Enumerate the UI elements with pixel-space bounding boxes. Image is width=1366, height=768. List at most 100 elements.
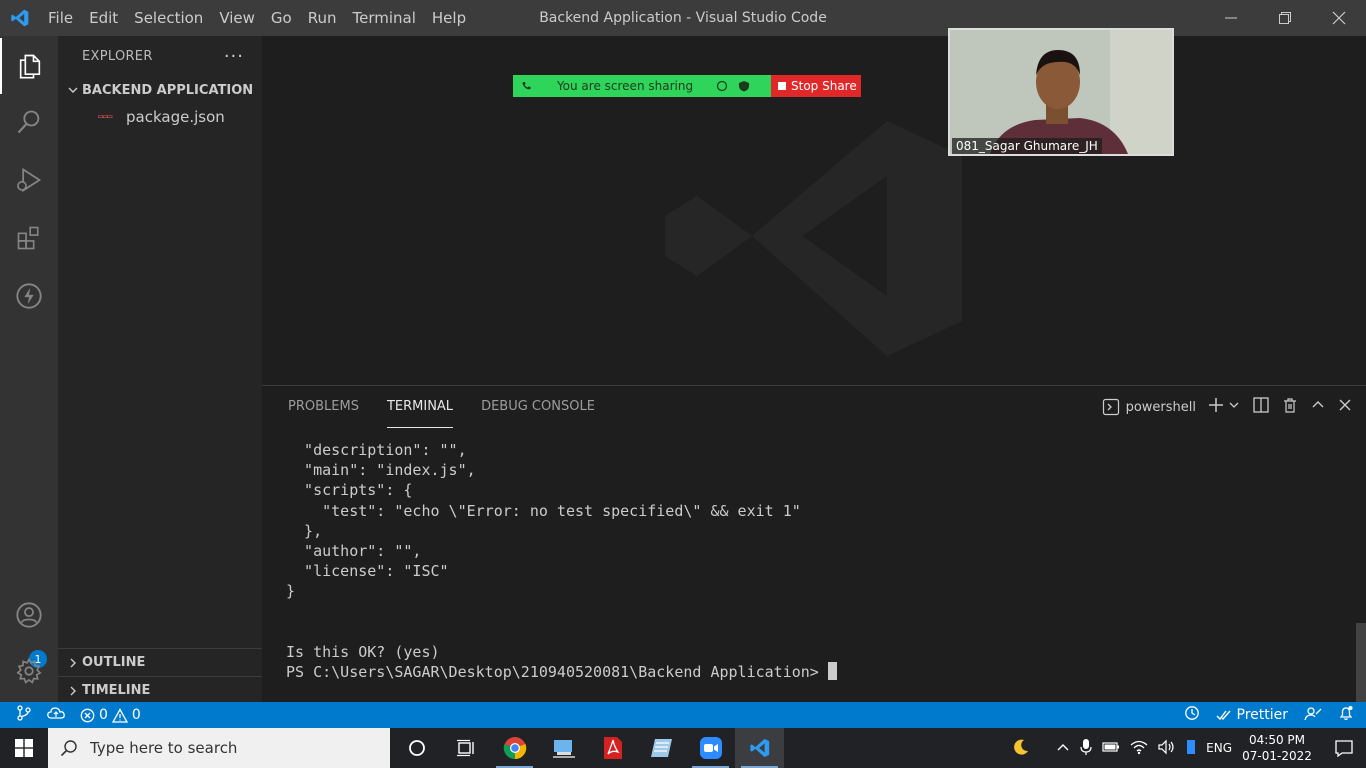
error-icon [80, 708, 95, 722]
zoom-share-bar: You are screen sharing Stop Share [513, 75, 861, 97]
panel-toolbar: powershell [1102, 386, 1352, 428]
terminal-icon [1102, 398, 1119, 416]
windows-taskbar: Type here to search ENG 04:50 PM 07-01-2… [0, 728, 1366, 768]
menu-go[interactable]: Go [263, 0, 300, 36]
minimize-button[interactable] [1204, 0, 1258, 36]
vscode-taskbar-icon[interactable] [735, 728, 784, 768]
screen-sharing-indicator[interactable]: You are screen sharing [513, 75, 771, 97]
start-button[interactable] [0, 728, 48, 768]
folder-backend-application[interactable]: BACKEND APPLICATION [58, 76, 262, 104]
terminal-line: }, [286, 521, 323, 540]
restore-button[interactable] [1258, 0, 1312, 36]
source-control-icon[interactable] [16, 705, 32, 725]
accounts-icon[interactable] [0, 587, 58, 643]
terminal-panel: PROBLEMS TERMINAL DEBUG CONSOLE powershe… [262, 385, 1366, 703]
battery-icon[interactable] [1102, 740, 1120, 757]
tab-terminal[interactable]: TERMINAL [386, 386, 454, 428]
prettier-status[interactable]: Prettier [1216, 707, 1289, 723]
menu-help[interactable]: Help [424, 0, 474, 36]
phone-icon [513, 81, 539, 91]
more-actions-icon[interactable]: ··· [224, 46, 244, 67]
prettier-label: Prettier [1236, 707, 1289, 723]
device-icon[interactable] [1186, 739, 1196, 758]
terminal-prompt: PS C:\Users\SAGAR\Desktop\210940520081\B… [286, 663, 828, 682]
menu-file[interactable]: File [40, 0, 81, 36]
volume-icon[interactable] [1158, 739, 1176, 758]
double-check-icon [1216, 710, 1231, 721]
chrome-icon[interactable] [490, 728, 539, 768]
stop-share-button[interactable]: Stop Share [771, 75, 861, 97]
explorer-title: EXPLORER [82, 48, 153, 64]
notes-app-icon[interactable] [637, 728, 686, 768]
warning-icon [111, 707, 128, 723]
wifi-icon[interactable] [1130, 739, 1148, 758]
explorer-header: EXPLORER ··· [58, 36, 262, 76]
trash-icon[interactable] [1282, 397, 1298, 417]
participant-video-image [950, 30, 1172, 154]
shield-icon[interactable] [733, 80, 755, 92]
timeline-section[interactable]: TIMELINE [58, 676, 262, 704]
outline-section[interactable]: OUTLINE [58, 648, 262, 676]
search-icon[interactable] [0, 94, 58, 150]
taskbar-search-box[interactable]: Type here to search [48, 728, 390, 768]
terminal-line: "test": "echo \"Error: no test specified… [286, 501, 801, 520]
run-debug-icon[interactable] [0, 152, 58, 208]
close-panel-icon[interactable] [1338, 398, 1352, 416]
cloud-sync-icon[interactable] [46, 705, 66, 725]
terminal-cursor [827, 662, 837, 681]
menu-bar: File Edit Selection View Go Run Terminal… [40, 0, 474, 36]
feedback-icon[interactable] [1304, 705, 1322, 725]
terminal-output[interactable]: "description": "", "main": "index.js", "… [286, 440, 837, 682]
file-package-json[interactable]: ▭▭▭ package.json [58, 104, 262, 130]
record-icon[interactable] [711, 80, 733, 92]
split-terminal-icon[interactable] [1252, 396, 1270, 418]
participant-video[interactable]: 081_Sagar Ghumare_JH [948, 28, 1174, 156]
terminal-line: "scripts": { [286, 481, 413, 500]
notifications-icon[interactable] [1322, 739, 1366, 757]
chevron-up-icon[interactable] [1056, 741, 1070, 756]
lightning-icon[interactable] [0, 268, 58, 324]
clock-time: 04:50 PM [1249, 733, 1305, 747]
search-icon [60, 740, 77, 757]
folder-label: BACKEND APPLICATION [82, 82, 254, 98]
terminal-line: Is this OK? (yes) [286, 643, 440, 662]
problems-summary[interactable]: 0 0 [80, 707, 141, 723]
night-light-icon[interactable] [1012, 738, 1030, 759]
shell-selector[interactable]: powershell [1102, 398, 1196, 416]
terminal-line: "author": "", [286, 542, 422, 561]
menu-edit[interactable]: Edit [81, 0, 126, 36]
tab-debug-console[interactable]: DEBUG CONSOLE [481, 386, 595, 428]
chevron-down-icon[interactable] [1228, 399, 1240, 415]
cortana-icon[interactable] [392, 728, 441, 768]
vscode-watermark-icon [665, 121, 962, 356]
explorer-icon[interactable] [0, 38, 58, 94]
history-icon[interactable] [1184, 705, 1200, 725]
menu-view[interactable]: View [211, 0, 263, 36]
timeline-label: TIMELINE [82, 683, 151, 698]
microphone-icon[interactable] [1080, 738, 1092, 759]
menu-run[interactable]: Run [300, 0, 345, 36]
gear-icon[interactable] [0, 643, 58, 699]
remote-desktop-icon[interactable] [539, 728, 588, 768]
acrobat-reader-icon[interactable] [588, 728, 637, 768]
chevron-up-icon[interactable] [1310, 397, 1326, 417]
menu-selection[interactable]: Selection [126, 0, 211, 36]
chevron-down-icon [64, 84, 82, 96]
clock[interactable]: 04:50 PM 07-01-2022 [1242, 732, 1312, 764]
zoom-icon[interactable] [686, 728, 735, 768]
clock-date: 07-01-2022 [1242, 749, 1312, 763]
tab-problems[interactable]: PROBLEMS [288, 386, 359, 428]
status-left: 0 0 [0, 705, 141, 725]
npm-icon: ▭▭▭ [98, 112, 112, 122]
explorer-sidebar: EXPLORER ··· BACKEND APPLICATION ▭▭▭ pac… [58, 36, 262, 702]
notifications-bell-icon[interactable] [1338, 705, 1354, 725]
language-indicator[interactable]: ENG [1206, 741, 1232, 755]
new-terminal-icon[interactable] [1208, 397, 1224, 417]
close-button[interactable] [1312, 0, 1366, 36]
extensions-icon[interactable] [0, 210, 58, 266]
menu-terminal[interactable]: Terminal [345, 0, 424, 36]
task-view-icon[interactable] [441, 728, 490, 768]
terminal-scrollbar[interactable] [1356, 623, 1366, 703]
